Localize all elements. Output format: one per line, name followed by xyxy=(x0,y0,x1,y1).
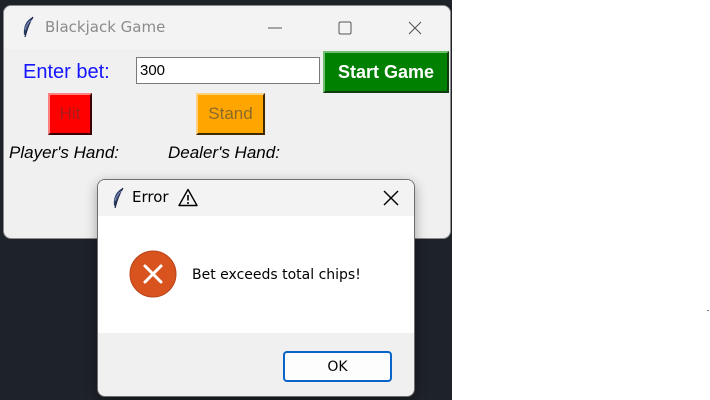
bet-input[interactable] xyxy=(136,57,320,84)
dialog-titlebar[interactable]: Error xyxy=(98,180,414,216)
window-titlebar[interactable]: Blackjack Game xyxy=(4,6,450,49)
blank-area xyxy=(452,0,710,400)
close-icon xyxy=(408,21,422,34)
ok-button[interactable]: OK xyxy=(283,351,392,382)
error-dialog: Error Bet exceeds total chips! OK xyxy=(97,179,415,397)
close-button[interactable] xyxy=(392,6,438,49)
hit-button[interactable]: Hit xyxy=(48,93,92,135)
maximize-icon xyxy=(338,21,352,34)
window-title: Blackjack Game xyxy=(45,18,166,36)
player-hand-label: Player's Hand: xyxy=(9,143,120,162)
dealer-hand-label: Dealer's Hand: xyxy=(168,143,280,162)
error-message: Bet exceeds total chips! xyxy=(192,267,361,283)
feather-icon xyxy=(113,187,124,209)
minimize-icon xyxy=(268,27,282,28)
stand-button[interactable]: Stand xyxy=(196,93,265,135)
screen: Blackjack Game Enter bet: Start Game xyxy=(0,0,710,400)
bet-label: Enter bet: xyxy=(23,61,110,83)
dialog-close-button[interactable] xyxy=(368,180,414,216)
dialog-body: Bet exceeds total chips! xyxy=(98,216,414,333)
start-game-button[interactable]: Start Game xyxy=(323,51,449,93)
close-icon xyxy=(383,190,399,206)
dialog-title: Error xyxy=(132,188,169,206)
feather-icon xyxy=(23,16,34,38)
error-icon xyxy=(129,250,177,298)
warning-icon xyxy=(178,188,198,207)
maximize-button[interactable] xyxy=(322,6,368,49)
stray-pixel xyxy=(707,310,709,311)
minimize-button[interactable] xyxy=(252,6,298,49)
